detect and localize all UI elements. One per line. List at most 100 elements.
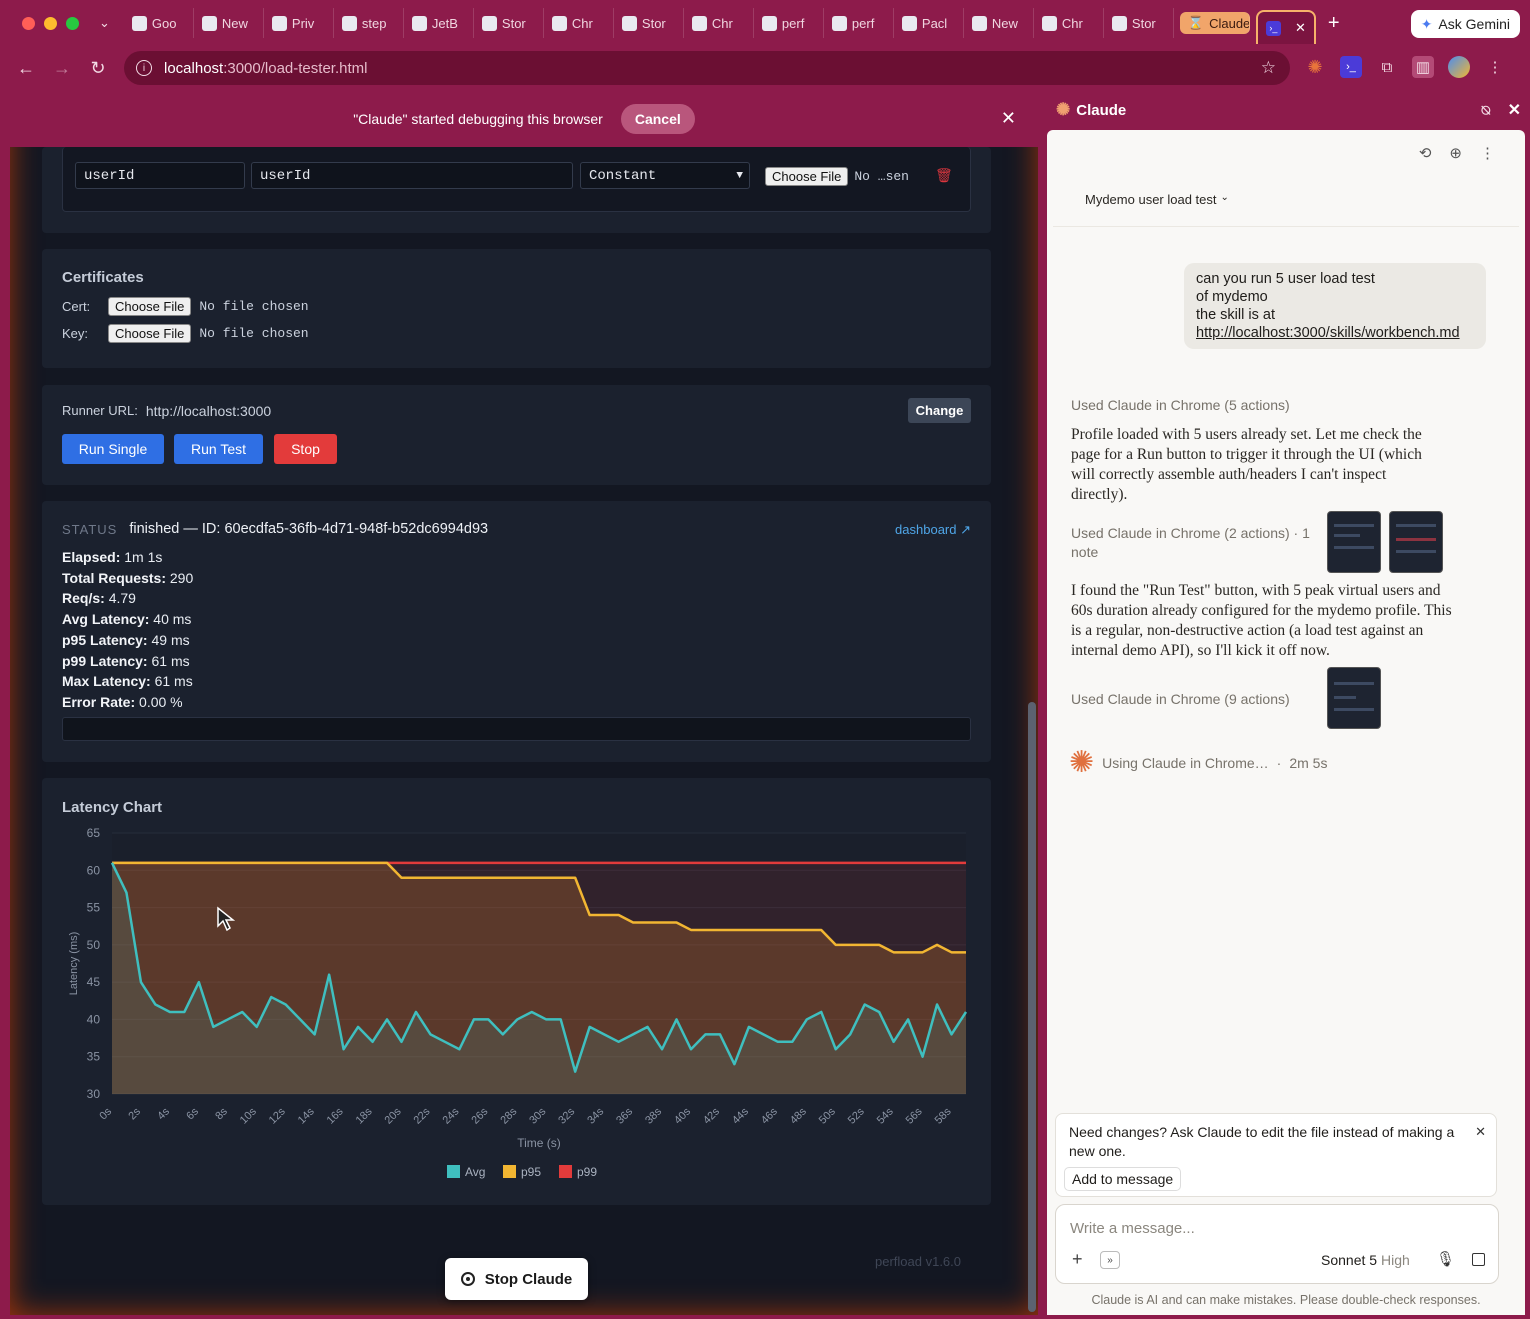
browser-tab[interactable]: Priv — [264, 8, 334, 38]
stat-row: Avg Latency: 40 ms — [62, 609, 193, 630]
cancel-debugging-button[interactable]: Cancel — [620, 103, 695, 134]
browser-tab[interactable]: Goo — [124, 8, 194, 38]
browser-tab[interactable]: New — [194, 8, 264, 38]
browser-tab[interactable]: Chr — [1034, 8, 1104, 38]
new-tab-button[interactable]: + — [1328, 12, 1340, 35]
divider — [1053, 226, 1519, 227]
variable-value-input[interactable]: userId — [251, 162, 573, 189]
forward-icon[interactable]: → — [44, 58, 80, 79]
browser-tab[interactable]: New — [964, 8, 1034, 38]
tab-claude[interactable]: ⌛ Claude — [1179, 12, 1250, 34]
key-label: Key: — [62, 326, 89, 341]
close-panel-icon[interactable]: ✕ — [1508, 100, 1521, 120]
latency-chart-card: Latency Chart 30 35 40 45 50 55 60 65 0s 2s 4s 6s 8s… — [42, 778, 991, 1205]
browser-tab[interactable]: Stor — [474, 8, 544, 38]
x-tick-label: 40s — [672, 1105, 693, 1126]
tab-label: Stor — [501, 15, 526, 31]
add-to-message-button[interactable]: Add to message — [1064, 1167, 1182, 1191]
browser-tab[interactable]: Pacl — [894, 8, 964, 38]
site-info-icon[interactable]: i — [136, 60, 152, 76]
screenshot-thumbnail[interactable] — [1389, 511, 1443, 573]
bookmark-star-icon[interactable]: ☆ — [1261, 58, 1276, 78]
variable-key-input[interactable]: userId — [75, 162, 245, 189]
claude-panel-body: ⟲ ⊕ ⋮ Mydemo user load test ⌄ can you run… — [1047, 130, 1525, 1315]
variable-type-select[interactable]: Constant ▼ — [580, 162, 750, 189]
stat-row: p95 Latency: 49 ms — [62, 630, 193, 651]
session-selector[interactable]: Mydemo user load test ⌄ — [1085, 192, 1229, 207]
profile-avatar[interactable] — [1448, 56, 1470, 78]
history-icon[interactable]: ⟲ — [1419, 144, 1432, 162]
browser-tab[interactable]: Chr — [684, 8, 754, 38]
composer: Write a message... + » Sonnet 5 High 🎙 — [1055, 1204, 1499, 1284]
change-runner-button[interactable]: Change — [908, 398, 971, 423]
ask-gemini-button[interactable]: ✦ Ask Gemini — [1410, 10, 1520, 38]
claude-extension-icon[interactable]: ✺ — [1304, 56, 1326, 78]
browser-tab[interactable]: perf — [824, 8, 894, 38]
puzzle-icon[interactable]: ⧉ — [1376, 56, 1398, 78]
minimize-window-button[interactable] — [44, 16, 57, 30]
user-message-link[interactable]: http://localhost:3000/skills/workbench.m… — [1196, 324, 1474, 342]
stat-key: p95 Latency: — [62, 631, 148, 648]
x-tick-label: 32s — [556, 1105, 577, 1126]
trash-icon[interactable]: 🗑 — [935, 167, 953, 184]
microphone-icon[interactable]: 🎙 — [1436, 1250, 1455, 1268]
run-test-button[interactable]: Run Test — [174, 434, 263, 464]
stat-key: p99 Latency: — [62, 652, 148, 669]
browser-tab[interactable]: JetB — [404, 8, 474, 38]
screenshot-thumbnail[interactable] — [1327, 667, 1381, 729]
tool-usage-2[interactable]: Used Claude in Chrome (2 actions) · 1 no… — [1071, 524, 1311, 562]
terminal-extension-icon[interactable]: ›_ — [1340, 56, 1362, 78]
stop-square-icon[interactable] — [1472, 1253, 1485, 1266]
claude-spinner-icon: ✺ — [1069, 746, 1095, 779]
browser-tab[interactable]: step — [334, 8, 404, 38]
stat-key: Avg Latency: — [62, 611, 150, 628]
version-label: perfload v1.6.0 — [875, 1254, 962, 1269]
model-selector[interactable]: Sonnet 5 — [1321, 1252, 1377, 1268]
tab-label: New — [991, 15, 1018, 31]
screenshot-thumbnail[interactable] — [1327, 511, 1381, 573]
tab-favicon-icon — [551, 15, 567, 31]
message-input[interactable]: Write a message... — [1070, 1220, 1195, 1237]
stop-claude-button[interactable]: Stop Claude — [445, 1258, 588, 1300]
browser-tab[interactable]: Stor — [614, 8, 684, 38]
side-panel-icon[interactable]: ▥ — [1412, 56, 1434, 78]
page-scrollbar[interactable] — [1028, 702, 1036, 1312]
menu-dots-icon[interactable]: ⋮ — [1484, 56, 1506, 78]
legend-swatch — [559, 1165, 572, 1178]
effort-selector[interactable]: High — [1381, 1252, 1410, 1268]
reload-icon[interactable]: ↻ — [80, 58, 116, 79]
choose-file-button[interactable]: Choose File — [765, 167, 849, 186]
shortcut-icon[interactable]: » — [1100, 1251, 1120, 1269]
close-window-button[interactable] — [22, 16, 35, 30]
run-single-button[interactable]: Run Single — [62, 434, 164, 464]
maximize-window-button[interactable] — [66, 16, 79, 30]
browser-tab[interactable]: Stor — [1104, 8, 1174, 38]
url-path: :3000/load-tester.html — [223, 59, 368, 77]
stat-row: p99 Latency: 61 ms — [62, 651, 193, 672]
tab-active[interactable]: ›_ ✕ — [1255, 10, 1316, 44]
browser-tab[interactable]: perf — [754, 8, 824, 38]
new-chat-icon[interactable]: ⊕ — [1449, 144, 1462, 162]
stat-key: Max Latency: — [62, 673, 151, 690]
close-banner-icon[interactable]: ✕ — [1001, 108, 1016, 129]
stat-value: 61 ms — [151, 652, 190, 669]
x-tick-label: 42s — [701, 1105, 722, 1126]
dismiss-suggestion-icon[interactable]: ✕ — [1475, 1124, 1486, 1140]
tool-usage-3[interactable]: Used Claude in Chrome (9 actions) — [1071, 691, 1290, 707]
unpin-icon[interactable]: ⍉ — [1482, 102, 1490, 119]
tab-favicon-icon — [1041, 15, 1057, 31]
add-attachment-icon[interactable]: + — [1072, 1249, 1083, 1270]
tab-search-icon[interactable]: ⌄ — [99, 15, 110, 31]
toolbar: ← → ↻ i localhost:3000/load-tester.html … — [0, 46, 1530, 90]
dashboard-link[interactable]: dashboard ↗ — [895, 522, 971, 538]
address-bar[interactable]: i localhost:3000/load-tester.html ☆ — [124, 51, 1290, 85]
stop-button[interactable]: Stop — [274, 434, 337, 464]
back-icon[interactable]: ← — [8, 58, 44, 79]
tab-favicon-icon — [831, 15, 847, 31]
key-choose-file-button[interactable]: Choose File — [108, 324, 192, 343]
cert-choose-file-button[interactable]: Choose File — [108, 297, 192, 316]
more-options-icon[interactable]: ⋮ — [1480, 144, 1495, 162]
tool-usage-1[interactable]: Used Claude in Chrome (5 actions) — [1071, 397, 1290, 413]
close-tab-icon[interactable]: ✕ — [1295, 20, 1306, 36]
browser-tab[interactable]: Chr — [544, 8, 614, 38]
